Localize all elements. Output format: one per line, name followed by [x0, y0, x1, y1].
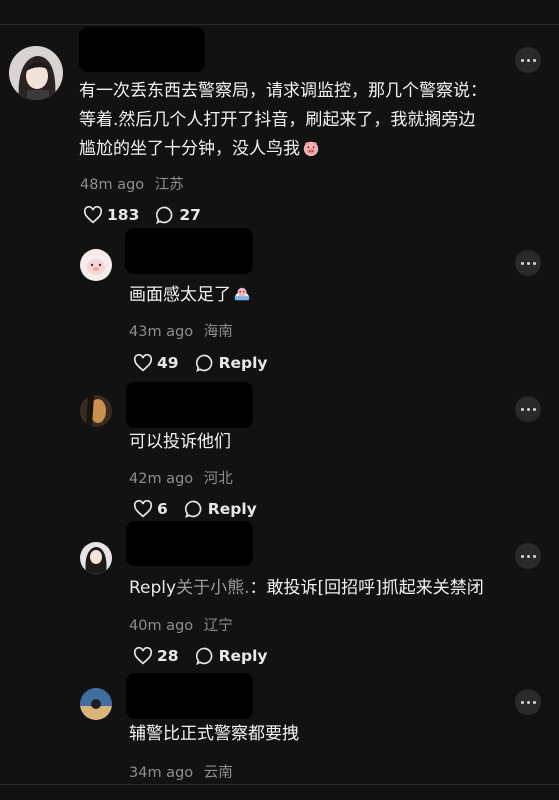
- like-count: 49: [157, 354, 179, 372]
- comment-text: Reply关于小熊.：敢投诉[回招呼]抓起来关禁闭: [129, 578, 484, 598]
- location: 云南: [203, 765, 233, 781]
- reply-to-username[interactable]: 关于小熊.: [176, 578, 249, 598]
- heart-icon: [83, 206, 103, 224]
- location: 江苏: [154, 177, 184, 193]
- reply-button[interactable]: Reply: [195, 353, 268, 373]
- username-redacted[interactable]: [79, 27, 205, 72]
- comment-text: 画面感太足了: [129, 281, 251, 310]
- speech-bubble-icon: [156, 206, 173, 225]
- like-button[interactable]: 6: [133, 500, 168, 518]
- reply-button[interactable]: Reply: [184, 499, 257, 519]
- like-count: 183: [107, 206, 140, 224]
- timestamp: 43m ago: [129, 324, 194, 340]
- comment-text-line: 尴尬的坐了十分钟，没人鸟我: [79, 135, 487, 164]
- pig-face-emoji: [303, 141, 319, 157]
- reply-count: 27: [179, 206, 201, 224]
- more-options-button[interactable]: [515, 250, 541, 276]
- comment-text: 可以投诉他们: [129, 432, 231, 452]
- top-divider: [0, 24, 559, 25]
- speech-bubble-icon: [184, 500, 202, 519]
- reply-label: Reply: [218, 354, 268, 372]
- more-options-button[interactable]: [515, 47, 541, 73]
- heart-icon: [133, 500, 153, 518]
- like-button[interactable]: 49: [133, 354, 179, 372]
- comment-meta: 43m ago 海南: [129, 320, 233, 341]
- comment-meta: 34m ago 云南: [129, 761, 233, 782]
- reply-prefix: Reply: [129, 578, 177, 598]
- avatar[interactable]: [9, 46, 63, 100]
- bottom-divider: [0, 784, 559, 785]
- comment-text: 有一次丢东西去警察局，请求调监控，那几个警察说： 等着.然后几个人打开了抖音，刷…: [79, 77, 487, 164]
- location: 河北: [203, 471, 233, 487]
- like-count: 28: [157, 647, 179, 665]
- comment-meta: 48m ago 江苏: [80, 173, 184, 194]
- heart-icon: [133, 647, 153, 665]
- username-redacted[interactable]: [126, 673, 253, 719]
- timestamp: 48m ago: [80, 177, 145, 193]
- avatar[interactable]: [80, 542, 112, 574]
- reply-label: Reply: [207, 500, 257, 518]
- more-options-button[interactable]: [515, 689, 541, 715]
- more-options-button[interactable]: [515, 396, 541, 422]
- location: 辽宁: [203, 618, 233, 634]
- comment-text-line: 有一次丢东西去警察局，请求调监控，那几个警察说：: [79, 81, 487, 101]
- comment-actions: 183 27: [83, 205, 217, 225]
- comment-meta: 40m ago 辽宁: [129, 614, 233, 635]
- replies-button[interactable]: 27: [155, 205, 201, 225]
- comment-actions: 49 Reply: [133, 353, 284, 373]
- location: 海南: [203, 324, 233, 340]
- reply-label: Reply: [218, 647, 268, 665]
- like-count: 6: [157, 500, 168, 518]
- more-options-button[interactable]: [515, 543, 541, 569]
- heart-icon: [133, 354, 153, 372]
- comment-actions: 6 Reply: [133, 499, 273, 519]
- reply-button[interactable]: Reply: [195, 646, 268, 666]
- like-button[interactable]: 28: [133, 647, 179, 665]
- timestamp: 42m ago: [129, 471, 194, 487]
- avatar[interactable]: [80, 688, 112, 720]
- timestamp: 34m ago: [129, 765, 194, 781]
- timestamp: 40m ago: [129, 618, 194, 634]
- username-redacted[interactable]: [126, 521, 253, 566]
- username-redacted[interactable]: [125, 228, 253, 274]
- username-redacted[interactable]: [126, 382, 253, 428]
- pig-in-bath-emoji: [234, 287, 250, 301]
- speech-bubble-icon: [195, 354, 212, 373]
- comment-text-line: 等着.然后几个人打开了抖音，刷起来了，我就搁旁边: [79, 110, 476, 130]
- comment-actions: 28 Reply: [133, 646, 284, 666]
- speech-bubble-icon: [195, 647, 212, 666]
- comment-meta: 42m ago 河北: [129, 467, 233, 488]
- avatar[interactable]: [80, 249, 112, 281]
- like-button[interactable]: 183: [83, 206, 139, 224]
- comment-text: 辅警比正式警察都要拽: [129, 724, 299, 744]
- avatar[interactable]: [80, 395, 112, 427]
